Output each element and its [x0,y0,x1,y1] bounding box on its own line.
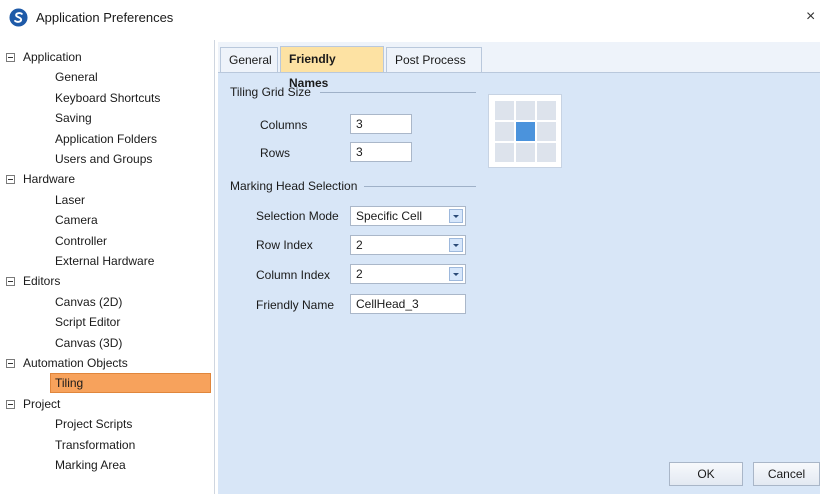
friendly-name-label: Friendly Name [256,298,335,312]
tiling-grid-heading: Tiling Grid Size [230,85,311,99]
tree-item-label: Script Editor [55,315,121,330]
row-index-label: Row Index [256,238,313,252]
grid-cell [516,143,535,162]
dialog-footer: OK Cancel [218,462,820,494]
group-divider [320,92,476,93]
chevron-down-icon[interactable] [449,238,463,252]
tree-group[interactable]: Editors [6,271,60,291]
tree-group[interactable]: Automation Objects [6,353,128,373]
chevron-down-icon[interactable] [449,209,463,223]
grid-cell [495,143,514,162]
tree-item[interactable]: Camera [55,210,98,230]
tree-item[interactable]: General [55,67,98,87]
tree-item-label: Camera [55,213,98,228]
tree-item[interactable]: Marking Area [55,455,126,475]
tree-group[interactable]: Hardware [6,169,75,189]
tree-group-label: Application [23,50,82,64]
tree-item[interactable]: Laser [55,190,85,210]
collapse-icon[interactable] [6,175,15,185]
collapse-icon[interactable] [6,359,15,368]
tree-item-label: Canvas (2D) [55,294,123,309]
tree-item-label: Marking Area [55,458,126,472]
tree-item-label: Saving [55,111,92,126]
tree-item[interactable]: Project Scripts [55,414,132,434]
tree-item[interactable]: Transformation [55,435,135,455]
app-logo-icon [9,8,28,27]
tiling-grid-preview [488,94,562,168]
tree-item-label: Tiling [55,376,84,391]
tab-post-process[interactable]: Post Process [386,47,482,72]
grid-cell [537,101,556,120]
tree-item-label: Canvas (3D) [55,335,123,350]
collapse-icon[interactable] [6,53,15,62]
tree-group-label: Hardware [23,172,76,187]
grid-cell [537,143,556,162]
tree-item-label: External Hardware [55,254,155,268]
tree-item[interactable]: Canvas (3D) [55,333,122,353]
tree-item[interactable]: Tiling [50,373,211,394]
tree-item-label: Users and Groups [55,152,153,166]
marking-head-heading: Marking Head Selection [230,179,358,193]
grid-cell [495,101,514,120]
friendly-name-input[interactable] [350,294,466,314]
rows-label: Rows [260,146,291,160]
column-index-select[interactable]: 2 [350,264,466,284]
rows-input[interactable] [350,142,412,162]
close-button[interactable]: × [806,8,815,26]
tree-group-label: Project [23,396,61,411]
tree-group-label: Editors [23,274,61,289]
selection-mode-value: Specific Cell [356,209,423,223]
preferences-tree: Application General Keyboard Shortcuts Savi… [0,40,215,494]
tree-item-label: Application Folders [55,131,158,146]
tree-group[interactable]: Project [6,394,60,414]
column-index-label: Column Index [256,268,331,282]
tree-item[interactable]: Saving [55,108,92,128]
preferences-window: Application Preferences × Application Gen… [0,0,820,494]
tree-group-label: Automation Objects [23,356,128,370]
selection-mode-select[interactable]: Specific Cell [350,206,466,226]
grid-cell [495,122,514,141]
collapse-icon[interactable] [6,399,15,409]
settings-panel: General Friendly Names Post Process Tili… [218,42,820,462]
tree-item-label: General [55,70,98,85]
tree-group[interactable]: Application [6,47,82,67]
grid-cell [537,122,556,141]
tree-item-label: Controller [55,233,108,248]
column-index-value: 2 [356,267,363,281]
tree-item[interactable]: Users and Groups [55,149,152,169]
tree-item[interactable]: Script Editor [55,312,120,332]
window-title: Application Preferences [36,10,174,25]
tab-general[interactable]: General [220,47,278,72]
row-index-select[interactable]: 2 [350,235,466,255]
tree-item[interactable]: External Hardware [55,251,154,271]
tree-item[interactable]: Keyboard Shortcuts [55,88,160,108]
tab-friendly-names[interactable]: Friendly Names [280,46,384,90]
title-bar: Application Preferences × [0,0,820,36]
cancel-button[interactable]: Cancel [753,462,820,486]
tree-item-label: Keyboard Shortcuts [55,90,161,105]
row-index-value: 2 [356,238,363,252]
collapse-icon[interactable] [6,277,15,287]
tree-item[interactable]: Application Folders [55,129,157,149]
tree-item[interactable]: Controller [55,231,107,251]
tab-strip: General Friendly Names Post Process [218,42,820,90]
grid-cell [516,101,535,120]
tree-item-label: Project Scripts [55,417,133,432]
columns-input[interactable] [350,114,412,134]
columns-label: Columns [260,118,308,132]
group-divider [364,186,476,187]
tree-item-label: Laser [55,192,86,207]
ok-button[interactable]: OK [669,462,743,486]
tree-item[interactable]: Canvas (2D) [55,292,122,312]
tree-item-label: Transformation [55,437,136,452]
selection-mode-label: Selection Mode [256,209,339,223]
grid-cell-selected [516,122,535,141]
chevron-down-icon[interactable] [449,267,463,281]
